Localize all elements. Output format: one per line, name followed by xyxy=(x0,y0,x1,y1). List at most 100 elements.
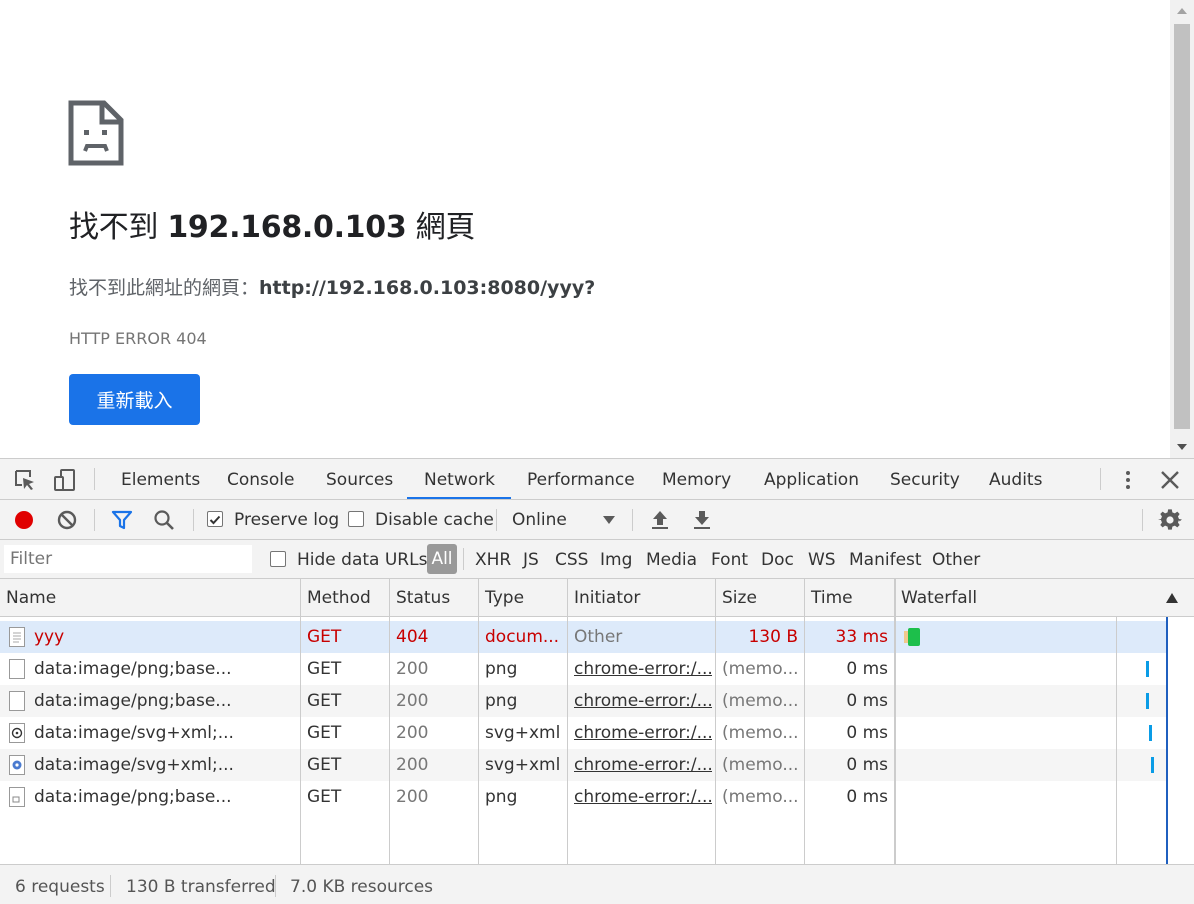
request-time: 33 ms xyxy=(835,627,888,647)
tab-application[interactable]: Application xyxy=(764,459,859,499)
toolbar-divider xyxy=(94,509,95,531)
column-divider[interactable] xyxy=(567,579,568,864)
tab-elements[interactable]: Elements xyxy=(121,459,200,499)
image-file-icon xyxy=(9,659,25,679)
tab-sources[interactable]: Sources xyxy=(326,459,393,499)
clear-icon[interactable] xyxy=(55,508,79,532)
waterfall-timing-bar[interactable] xyxy=(1149,725,1152,741)
filter-type-all[interactable]: All xyxy=(427,544,457,574)
request-name[interactable]: data:image/png;base... xyxy=(34,685,296,717)
filter-icon[interactable] xyxy=(110,508,134,532)
tab-console[interactable]: Console xyxy=(227,459,295,499)
more-options-icon[interactable] xyxy=(1116,468,1140,492)
tab-audits[interactable]: Audits xyxy=(989,459,1042,499)
request-count: 6 requests xyxy=(15,877,105,897)
waterfall-timing-bar[interactable] xyxy=(1146,693,1149,709)
filter-type-css[interactable]: CSS xyxy=(555,550,588,570)
column-header-waterfall[interactable]: Waterfall xyxy=(895,579,977,617)
table-row[interactable]: data:image/png;base... GET 200 png chrom… xyxy=(0,653,1166,685)
waterfall-timing-bar[interactable] xyxy=(1146,661,1149,677)
table-row[interactable]: data:image/svg+xml;... GET 200 svg+xml c… xyxy=(0,749,1166,781)
toolbar-divider xyxy=(463,548,464,570)
request-initiator-link[interactable]: chrome-error:/... xyxy=(574,685,712,717)
column-divider[interactable] xyxy=(804,579,805,864)
request-name[interactable]: data:image/svg+xml;... xyxy=(34,717,296,749)
dropdown-arrow-icon[interactable] xyxy=(597,508,621,532)
column-header-name[interactable]: Name xyxy=(0,579,56,617)
column-divider[interactable] xyxy=(300,579,301,864)
tab-network[interactable]: Network xyxy=(424,459,495,499)
record-icon[interactable] xyxy=(12,508,36,532)
tab-security[interactable]: Security xyxy=(890,459,960,499)
throttling-select[interactable]: Online xyxy=(512,510,567,530)
request-initiator-link[interactable]: chrome-error:/... xyxy=(574,749,712,781)
request-size: (memo... xyxy=(722,787,799,807)
sort-ascending-icon[interactable] xyxy=(1166,593,1178,603)
tab-performance[interactable]: Performance xyxy=(527,459,635,499)
request-name[interactable]: data:image/png;base... xyxy=(34,781,296,813)
column-divider[interactable] xyxy=(389,579,390,864)
request-name[interactable]: data:image/svg+xml;... xyxy=(34,749,296,781)
filter-input[interactable] xyxy=(4,545,252,573)
request-initiator-link[interactable]: chrome-error:/... xyxy=(574,781,712,813)
import-har-icon[interactable] xyxy=(648,508,672,532)
waterfall-timing-bar[interactable] xyxy=(908,628,920,646)
status-divider xyxy=(110,875,111,897)
table-row[interactable]: data:image/svg+xml;... GET 200 svg+xml c… xyxy=(0,717,1166,749)
checkmark-icon xyxy=(209,515,221,525)
column-header-type[interactable]: Type xyxy=(479,579,524,617)
column-divider[interactable] xyxy=(478,579,479,864)
device-toolbar-icon[interactable] xyxy=(53,468,77,492)
column-header-status[interactable]: Status xyxy=(390,579,450,617)
close-devtools-icon[interactable] xyxy=(1158,468,1182,492)
request-initiator-link[interactable]: chrome-error:/... xyxy=(574,717,712,749)
waterfall-timing-bar[interactable] xyxy=(1151,757,1154,773)
table-row[interactable]: data:image/png;base... GET 200 png chrom… xyxy=(0,781,1166,813)
filter-type-media[interactable]: Media xyxy=(646,550,697,570)
preserve-log-checkbox[interactable] xyxy=(207,511,223,527)
column-divider[interactable] xyxy=(894,579,896,864)
export-har-icon[interactable] xyxy=(690,508,714,532)
filter-type-doc[interactable]: Doc xyxy=(761,550,794,570)
hide-data-urls-checkbox[interactable] xyxy=(270,551,286,567)
request-initiator-link[interactable]: chrome-error:/... xyxy=(574,653,712,685)
request-rows: yyy GET 404 docum... Other 130 B 33 ms d… xyxy=(0,617,1194,864)
disable-cache-checkbox[interactable] xyxy=(348,511,364,527)
filter-type-other[interactable]: Other xyxy=(932,550,980,570)
filter-type-manifest[interactable]: Manifest xyxy=(849,550,922,570)
column-header-size[interactable]: Size xyxy=(716,579,757,617)
hide-data-urls-label[interactable]: Hide data URLs xyxy=(297,550,427,570)
column-header-time[interactable]: Time xyxy=(805,579,853,617)
column-header-method[interactable]: Method xyxy=(301,579,371,617)
request-type: png xyxy=(485,787,518,807)
preserve-log-label[interactable]: Preserve log xyxy=(234,510,339,530)
search-icon[interactable] xyxy=(152,508,176,532)
filter-type-js[interactable]: JS xyxy=(523,550,539,570)
request-method: GET xyxy=(307,659,342,679)
filter-type-font[interactable]: Font xyxy=(711,550,748,570)
table-row[interactable]: data:image/png;base... GET 200 png chrom… xyxy=(0,685,1166,717)
tab-memory[interactable]: Memory xyxy=(662,459,731,499)
request-method: GET xyxy=(307,691,342,711)
inspect-element-icon[interactable] xyxy=(13,468,37,492)
column-header-initiator[interactable]: Initiator xyxy=(568,579,640,617)
toolbar-divider xyxy=(632,509,633,531)
filter-type-ws[interactable]: WS xyxy=(808,550,836,570)
scroll-thumb[interactable] xyxy=(1174,24,1190,429)
disable-cache-label[interactable]: Disable cache xyxy=(375,510,494,530)
column-divider[interactable] xyxy=(715,579,716,864)
scroll-down-arrow-icon[interactable] xyxy=(1177,444,1187,450)
filter-type-img[interactable]: Img xyxy=(600,550,632,570)
settings-gear-icon[interactable] xyxy=(1158,508,1182,532)
page-scrollbar[interactable] xyxy=(1170,0,1194,458)
scroll-up-arrow-icon[interactable] xyxy=(1177,8,1187,14)
request-time: 0 ms xyxy=(846,659,888,679)
filter-type-xhr[interactable]: XHR xyxy=(475,550,511,570)
table-row[interactable]: yyy GET 404 docum... Other 130 B 33 ms xyxy=(0,621,1166,653)
document-file-icon xyxy=(9,627,25,647)
reload-button[interactable]: 重新載入 xyxy=(69,374,200,425)
error-description: 找不到此網址的網頁：http://192.168.0.103:8080/yyy? xyxy=(69,277,596,299)
error-host: 192.168.0.103 xyxy=(167,210,407,245)
request-name[interactable]: yyy xyxy=(34,621,296,653)
request-name[interactable]: data:image/png;base... xyxy=(34,653,296,685)
